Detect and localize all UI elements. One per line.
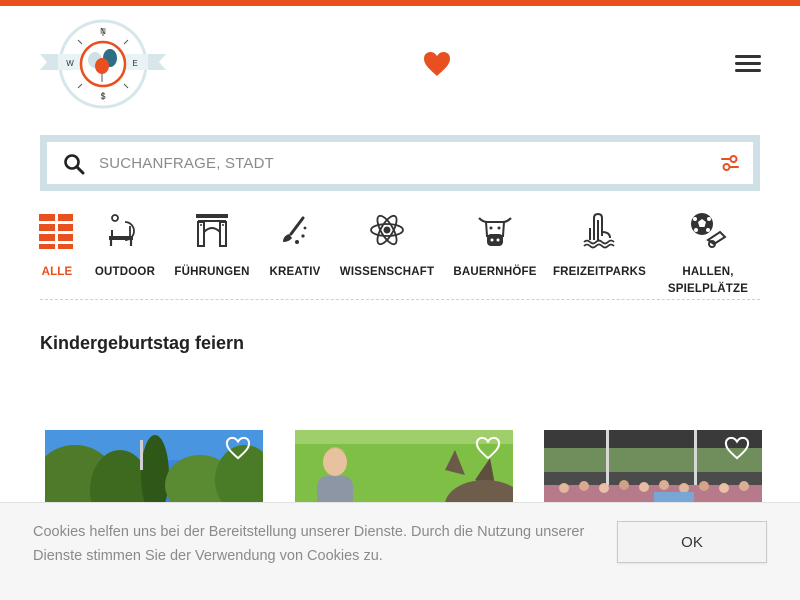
cookie-banner: Cookies helfen uns bei der Bereitstellun… bbox=[0, 502, 800, 600]
paintbrush-icon bbox=[283, 216, 307, 244]
category-kreativ[interactable]: KREATIV bbox=[265, 210, 325, 281]
section-title: Kindergeburtstag feiern bbox=[40, 333, 245, 353]
compass-balloon-logo[interactable]: N E S W bbox=[38, 18, 168, 110]
cookie-text: Cookies helfen uns bei der Bereitstellun… bbox=[33, 524, 585, 564]
ball-whistle-icon bbox=[691, 213, 727, 248]
logo-letter-w: W bbox=[66, 59, 74, 68]
search-frame bbox=[40, 135, 760, 191]
menu-line bbox=[735, 69, 761, 72]
category-label: OUTDOOR bbox=[94, 266, 156, 278]
cookie-ok-button[interactable]: OK bbox=[617, 521, 767, 563]
category-label: KREATIV bbox=[269, 266, 321, 278]
heart-outline-icon[interactable] bbox=[475, 436, 501, 460]
heart-outline-icon[interactable] bbox=[225, 436, 251, 460]
category-label: WISSENSCHAFT bbox=[339, 266, 435, 278]
category-nav: ALLE OUTDOOR FÜHRUNGEN KREATIV WISSENSCH… bbox=[37, 210, 760, 300]
filter-sliders-icon[interactable] bbox=[721, 154, 739, 172]
search-input[interactable] bbox=[99, 142, 699, 184]
atom-icon bbox=[370, 214, 404, 246]
logo-letter-n: N bbox=[100, 27, 106, 36]
heart-icon[interactable] bbox=[423, 51, 451, 77]
gate-tour-icon bbox=[196, 214, 228, 247]
menu-line bbox=[735, 55, 761, 58]
category-label: FREIZEITPARKS bbox=[552, 266, 647, 278]
bench-outdoor-icon bbox=[109, 214, 135, 246]
search-box bbox=[47, 142, 753, 184]
category-label: ALLE bbox=[41, 266, 73, 278]
category-alle[interactable]: ALLE bbox=[37, 210, 77, 281]
category-freizeitparks[interactable]: FREIZEITPARKS bbox=[552, 210, 647, 281]
logo-letter-s: S bbox=[100, 92, 105, 101]
heart-outline-icon[interactable] bbox=[724, 436, 750, 460]
cow-icon bbox=[478, 217, 512, 246]
menu-line bbox=[735, 62, 761, 65]
category-hallen-spielplaetze[interactable]: HALLEN, SPIELPLÄTZE bbox=[660, 210, 756, 298]
logo-letter-e: E bbox=[132, 59, 137, 68]
top-accent-bar bbox=[0, 0, 800, 6]
category-wissenschaft[interactable]: WISSENSCHAFT bbox=[337, 210, 437, 281]
search-icon[interactable] bbox=[63, 153, 85, 175]
category-label: FÜHRUNGEN bbox=[174, 266, 250, 278]
category-label: BAUERNHÖFE bbox=[453, 266, 537, 278]
category-bauernhoefe[interactable]: BAUERNHÖFE bbox=[452, 210, 538, 281]
waterslide-icon bbox=[582, 212, 615, 249]
category-fuehrungen[interactable]: FÜHRUNGEN bbox=[173, 210, 251, 281]
category-outdoor[interactable]: OUTDOOR bbox=[90, 210, 160, 281]
grid-all-icon bbox=[39, 214, 73, 249]
category-label: HALLEN, SPIELPLÄTZE bbox=[667, 266, 749, 295]
hamburger-menu-icon[interactable] bbox=[735, 55, 761, 73]
